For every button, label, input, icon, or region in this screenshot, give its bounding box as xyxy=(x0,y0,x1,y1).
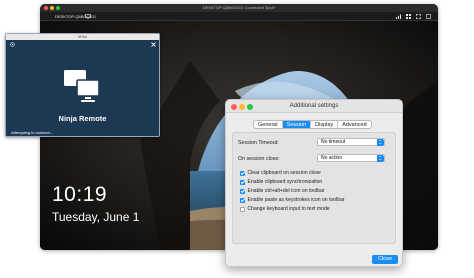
close-button[interactable]: Close xyxy=(372,255,398,264)
on-session-close-value: No action xyxy=(321,155,343,161)
checkbox-checked-icon[interactable] xyxy=(240,179,245,185)
additional-settings-dialog: Additional settings General Session Disp… xyxy=(225,99,403,267)
lockscreen-time: 10:19 xyxy=(52,183,108,206)
remote-window-title: DESKTOP-Q8BOOGG Connected 3pc4* xyxy=(202,5,276,10)
settings-title: Additional settings xyxy=(289,103,339,109)
session-timeout-value: No timeout xyxy=(321,139,346,145)
checkbox-unchecked-icon[interactable] xyxy=(240,206,245,212)
option-label: Enable clipboard synchronization xyxy=(247,179,323,185)
on-session-close-select[interactable]: No action xyxy=(317,154,385,162)
fullscreen-icon[interactable] xyxy=(426,14,431,19)
tab-general[interactable]: General xyxy=(254,121,283,128)
grid-icon[interactable] xyxy=(406,14,411,19)
settings-tab-bar: General Session Display Advanced xyxy=(253,120,372,129)
ninja-connection-status: Attempting to connect... xyxy=(11,130,54,135)
ninja-remote-window: NPilot Ninja Remote Attempting to connec… xyxy=(5,33,160,137)
lockscreen-date: Tuesday, June 1 xyxy=(52,210,140,224)
remote-toolbar: DESKTOP-Q8BOOGG xyxy=(40,12,438,21)
tab-advanced[interactable]: Advanced xyxy=(338,121,370,128)
ninja-app-name: Ninja Remote xyxy=(58,114,107,123)
close-icon[interactable] xyxy=(151,42,156,47)
network-icon[interactable] xyxy=(396,14,401,19)
option-label: Enable ctrl+alt+del icon on toolbar xyxy=(247,188,325,194)
ninja-window-title: NPilot xyxy=(77,35,88,39)
option-label: Enable paste as keystrokes icon on toolb… xyxy=(247,197,345,203)
option-label: Change keyboard input to text mode xyxy=(247,206,330,212)
option-paste-keystrokes-icon[interactable]: Enable paste as keystrokes icon on toolb… xyxy=(240,197,345,203)
checkbox-checked-icon[interactable] xyxy=(240,188,245,194)
option-clipboard-sync[interactable]: Enable clipboard synchronization xyxy=(240,179,322,185)
expand-icon[interactable] xyxy=(416,14,421,19)
chevron-updown-icon xyxy=(377,155,384,162)
chevron-updown-icon xyxy=(377,139,384,146)
checkbox-checked-icon[interactable] xyxy=(240,170,245,176)
tab-display[interactable]: Display xyxy=(311,121,339,128)
option-clear-clipboard[interactable]: Clear clipboard on session close xyxy=(240,170,321,176)
ninja-settings-icon[interactable] xyxy=(10,42,15,47)
option-ctrl-alt-del-icon[interactable]: Enable ctrl+alt+del icon on toolbar xyxy=(240,188,325,194)
option-label: Clear clipboard on session close xyxy=(247,170,321,176)
checkbox-checked-icon[interactable] xyxy=(240,197,245,203)
on-session-close-label: On session close: xyxy=(238,156,280,162)
ninja-logo-icon xyxy=(64,70,100,102)
session-settings-panel: Session Timeout: No timeout On session c… xyxy=(232,132,396,244)
tab-session[interactable]: Session xyxy=(282,121,312,128)
option-keyboard-text-mode[interactable]: Change keyboard input to text mode xyxy=(240,206,330,212)
session-timeout-select[interactable]: No timeout xyxy=(317,138,385,146)
session-timeout-label: Session Timeout: xyxy=(238,140,279,146)
remote-titlebar: DESKTOP-Q8BOOGG Connected 3pc4* xyxy=(40,4,438,12)
monitor-icon[interactable] xyxy=(85,14,91,19)
ninja-titlebar: NPilot xyxy=(6,34,159,40)
settings-titlebar: Additional settings xyxy=(226,100,402,113)
